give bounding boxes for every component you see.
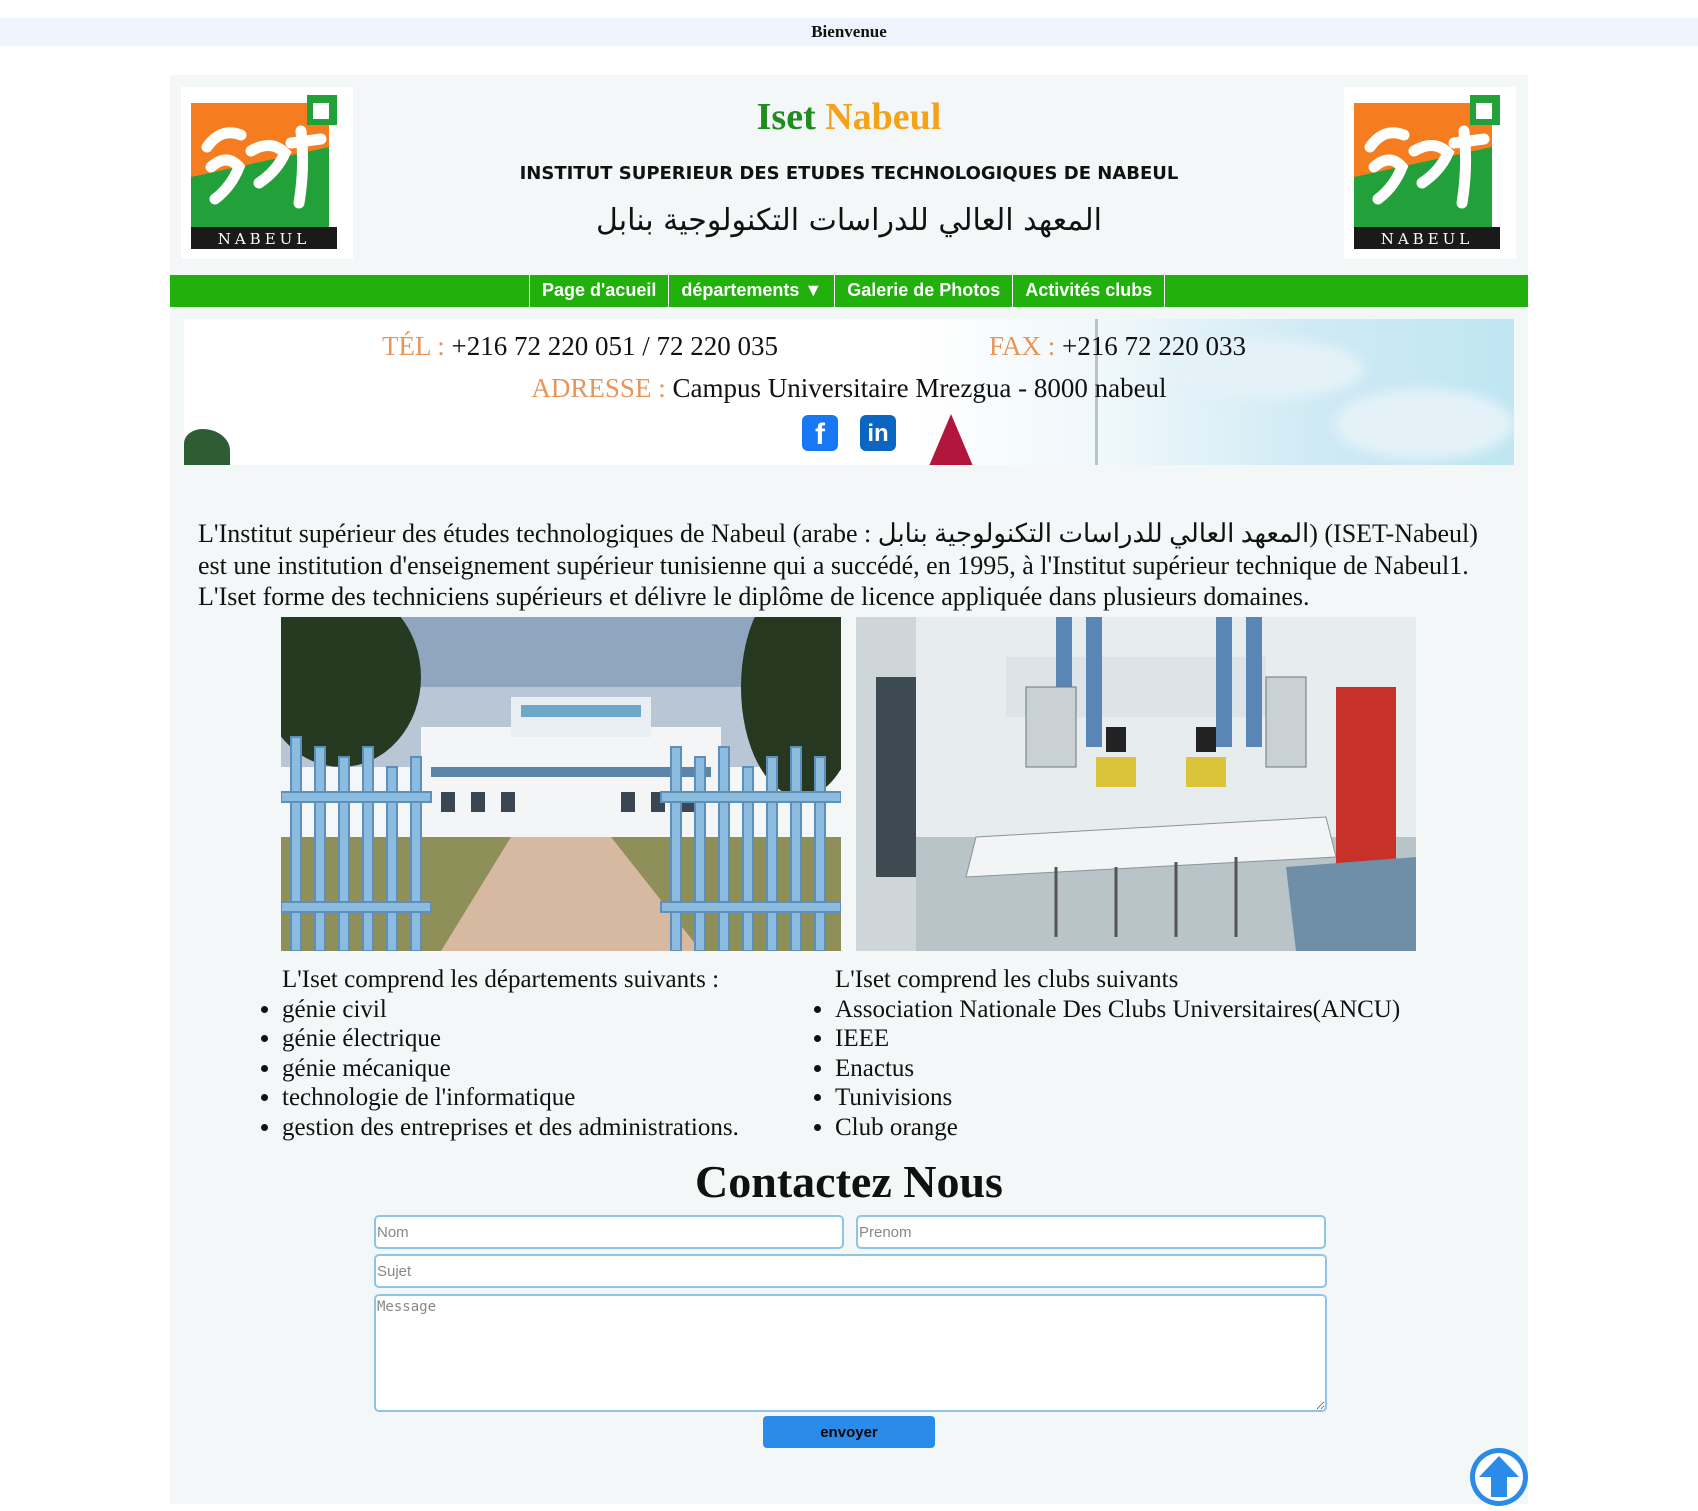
departments-title: L'Iset comprend les départements suivant…	[282, 966, 720, 993]
fax-value: +216 72 220 033	[1062, 331, 1246, 361]
list-item: Enactus	[835, 1054, 1400, 1084]
list-item: génie civil	[282, 995, 739, 1025]
list-item: Tunivisions	[835, 1083, 1400, 1113]
send-button[interactable]: envoyer	[763, 1416, 935, 1448]
lab-photo	[856, 617, 1416, 951]
nav-item-gallery[interactable]: Galerie de Photos	[835, 275, 1014, 307]
contact-info-banner: TÉL : +216 72 220 051 / 72 220 035 FAX :…	[184, 319, 1514, 465]
nav-item-clubs[interactable]: Activités clubs	[1013, 275, 1166, 307]
site-title-iset: Iset	[756, 96, 816, 138]
sujet-input[interactable]	[374, 1254, 1327, 1288]
phone-value: +216 72 220 051 / 72 220 035	[451, 331, 778, 361]
intro-paragraph: L'Institut supérieur des études technolo…	[198, 519, 1478, 611]
arrow-up-icon	[1470, 1448, 1528, 1506]
phone-line: TÉL : +216 72 220 051 / 72 220 035	[382, 331, 778, 362]
address-label: ADRESSE :	[531, 373, 666, 403]
message-textarea[interactable]	[374, 1294, 1327, 1412]
fax-label: FAX :	[989, 331, 1056, 361]
institute-name-fr: INSTITUT SUPERIEUR DES ETUDES TECHNOLOGI…	[519, 163, 1179, 184]
nom-input[interactable]	[374, 1215, 844, 1249]
list-item: génie électrique	[282, 1024, 739, 1054]
list-item: gestion des entreprises et des administr…	[282, 1113, 739, 1143]
nav-menu: Page d'acueil départements ▼ Galerie de …	[529, 275, 1166, 307]
facebook-icon[interactable]: f	[802, 415, 838, 451]
tree-decoration	[184, 429, 230, 465]
iset-logo-icon: NABEUL	[1354, 95, 1500, 249]
list-item: Club orange	[835, 1113, 1400, 1143]
phone-label: TÉL :	[382, 331, 445, 361]
list-item: génie mécanique	[282, 1054, 739, 1084]
nav-item-departements[interactable]: départements ▼	[669, 275, 836, 307]
address-line: ADRESSE : Campus Universitaire Mrezgua -…	[184, 373, 1514, 404]
scroll-to-top-button[interactable]	[1470, 1448, 1528, 1506]
tunisian-flag-icon	[929, 414, 973, 465]
fax-line: FAX : +216 72 220 033	[989, 331, 1246, 362]
address-value: Campus Universitaire Mrezgua - 8000 nabe…	[672, 373, 1167, 403]
welcome-banner: Bienvenue	[0, 18, 1698, 46]
nav-item-home[interactable]: Page d'acueil	[530, 275, 670, 307]
contact-title: Contactez Nous	[695, 1156, 1003, 1207]
iset-logo-right[interactable]: NABEUL	[1344, 87, 1516, 259]
institute-name-ar: المعهد العالي للدراسات التكنولوجية بنابل	[596, 203, 1102, 238]
main-nav: Page d'acueil départements ▼ Galerie de …	[170, 275, 1528, 307]
prenom-input[interactable]	[856, 1215, 1326, 1249]
site-title: Iset Nabeul	[170, 95, 1528, 139]
page-container: NABEUL Iset Nabeul INSTITUT SUPERIEUR DE…	[170, 75, 1528, 1506]
list-item: Association Nationale Des Clubs Universi…	[835, 995, 1400, 1025]
linkedin-icon[interactable]: in	[860, 415, 896, 451]
clubs-list: L'Iset comprend les clubs suivants Assoc…	[813, 965, 1400, 1142]
clubs-title: L'Iset comprend les clubs suivants	[835, 966, 1179, 993]
list-item: IEEE	[835, 1024, 1400, 1054]
departments-list: L'Iset comprend les départements suivant…	[260, 965, 739, 1142]
logo-caption: NABEUL	[1381, 230, 1474, 248]
campus-photo	[281, 617, 841, 951]
list-item: technologie de l'informatique	[282, 1083, 739, 1113]
site-title-nabeul: Nabeul	[825, 96, 942, 138]
